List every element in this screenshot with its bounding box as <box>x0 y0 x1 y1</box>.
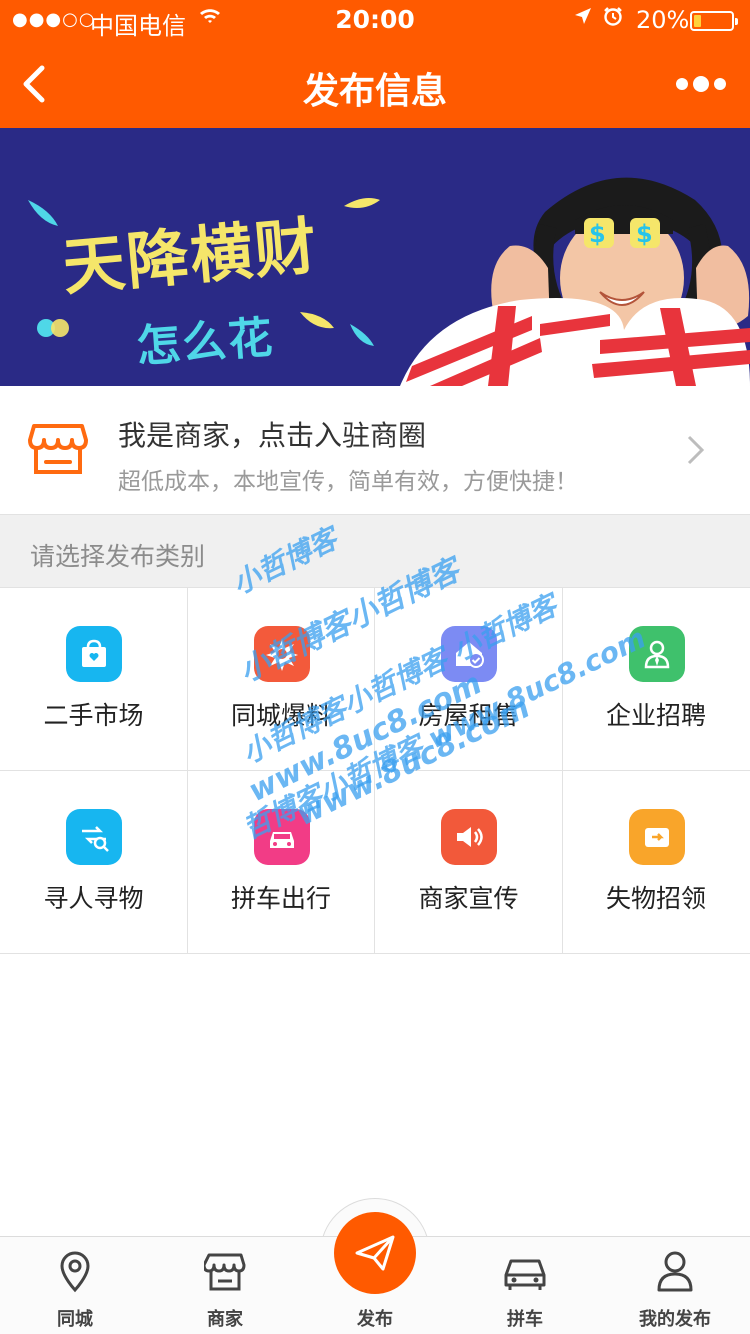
svg-text:$: $ <box>636 220 653 248</box>
storefront-icon <box>28 424 88 474</box>
category-label: 商家宣传 <box>418 884 519 913</box>
category-lost-found[interactable]: 失物招领 <box>562 771 750 954</box>
banner-subline: 怎么花 <box>134 312 276 373</box>
tab-label: 拼车 <box>507 1309 543 1330</box>
merchant-subtitle: 超低成本，本地宣传，简单有效，方便快捷！ <box>118 469 578 495</box>
battery-icon <box>690 11 738 31</box>
category-secondhand-market[interactable]: 二手市场 <box>0 588 188 771</box>
category-label: 二手市场 <box>43 701 144 730</box>
speaker-icon <box>441 809 497 865</box>
person-tie-icon <box>628 626 685 682</box>
dot-icon <box>676 78 688 90</box>
category-local-news[interactable]: 同城爆料 <box>187 588 375 771</box>
dot-icon <box>693 76 709 92</box>
category-recruitment[interactable]: 企业招聘 <box>562 588 750 771</box>
category-housing[interactable]: 房屋租售 <box>375 588 563 771</box>
category-label: 同城爆料 <box>230 701 331 730</box>
category-carpool[interactable]: 拼车出行 <box>187 771 375 954</box>
category-grid: 二手市场 同城爆料 房屋租售 企业招聘 寻人寻物 拼车出行 商家宣传 失物招领 <box>0 588 750 954</box>
tab-carpool[interactable]: 拼车 <box>450 1237 600 1334</box>
category-label: 房屋租售 <box>418 701 519 730</box>
alarm-clock-icon <box>602 5 624 33</box>
tab-merchants[interactable]: 商家 <box>150 1237 300 1334</box>
publish-button[interactable] <box>334 1212 416 1294</box>
location-pin-icon <box>60 1251 90 1293</box>
top-bar: ●●●○○ 中国电信 20:00 20% 发布信息 <box>0 0 750 128</box>
section-header: 请选择发布类别 <box>0 514 750 588</box>
tab-label: 商家 <box>207 1309 243 1330</box>
car-icon <box>253 809 310 865</box>
page: ●●●○○ 中国电信 20:00 20% 发布信息 $ $ 天降横财 怎么花 我… <box>0 0 750 1334</box>
dot-icon <box>714 78 726 90</box>
tab-label: 我的发布 <box>639 1309 711 1330</box>
section-header-label: 请选择发布类别 <box>30 542 206 571</box>
burst-icon <box>253 626 310 682</box>
tab-my-posts[interactable]: 我的发布 <box>600 1237 750 1334</box>
merchant-title: 我是商家，点击入驻商圈 <box>118 419 427 452</box>
tab-local[interactable]: 同城 <box>0 1237 150 1334</box>
user-icon <box>657 1251 693 1292</box>
location-arrow-icon <box>572 5 594 33</box>
store-icon <box>204 1253 246 1291</box>
nav-bar: 发布信息 <box>0 40 750 128</box>
tab-label: 同城 <box>57 1309 93 1330</box>
battery-fill <box>694 15 701 27</box>
category-label: 失物招领 <box>605 884 706 913</box>
battery-percent: 20% <box>636 6 690 34</box>
house-icon <box>441 626 497 682</box>
promo-banner[interactable]: $ $ 天降横财 怎么花 <box>0 128 750 386</box>
status-bar: ●●●○○ 中国电信 20:00 20% <box>0 0 750 40</box>
category-label: 企业招聘 <box>605 701 706 730</box>
svg-text:$: $ <box>589 220 606 248</box>
category-merchant-promo[interactable]: 商家宣传 <box>375 771 563 954</box>
search-arrows-icon <box>66 809 122 865</box>
merchant-entry[interactable]: 我是商家，点击入驻商圈 超低成本，本地宣传，简单有效，方便快捷！ <box>0 386 750 514</box>
category-lost-people[interactable]: 寻人寻物 <box>0 771 188 954</box>
chevron-right-icon <box>687 435 705 465</box>
category-label: 拼车出行 <box>230 884 331 913</box>
category-label: 寻人寻物 <box>43 884 144 913</box>
more-options-button[interactable] <box>676 74 726 94</box>
car-icon <box>504 1259 546 1290</box>
gift-bag-icon <box>66 626 122 682</box>
paper-plane-icon <box>355 1235 395 1271</box>
wallet-icon <box>628 809 685 865</box>
tab-label: 发布 <box>357 1309 393 1330</box>
page-title: 发布信息 <box>302 71 447 112</box>
